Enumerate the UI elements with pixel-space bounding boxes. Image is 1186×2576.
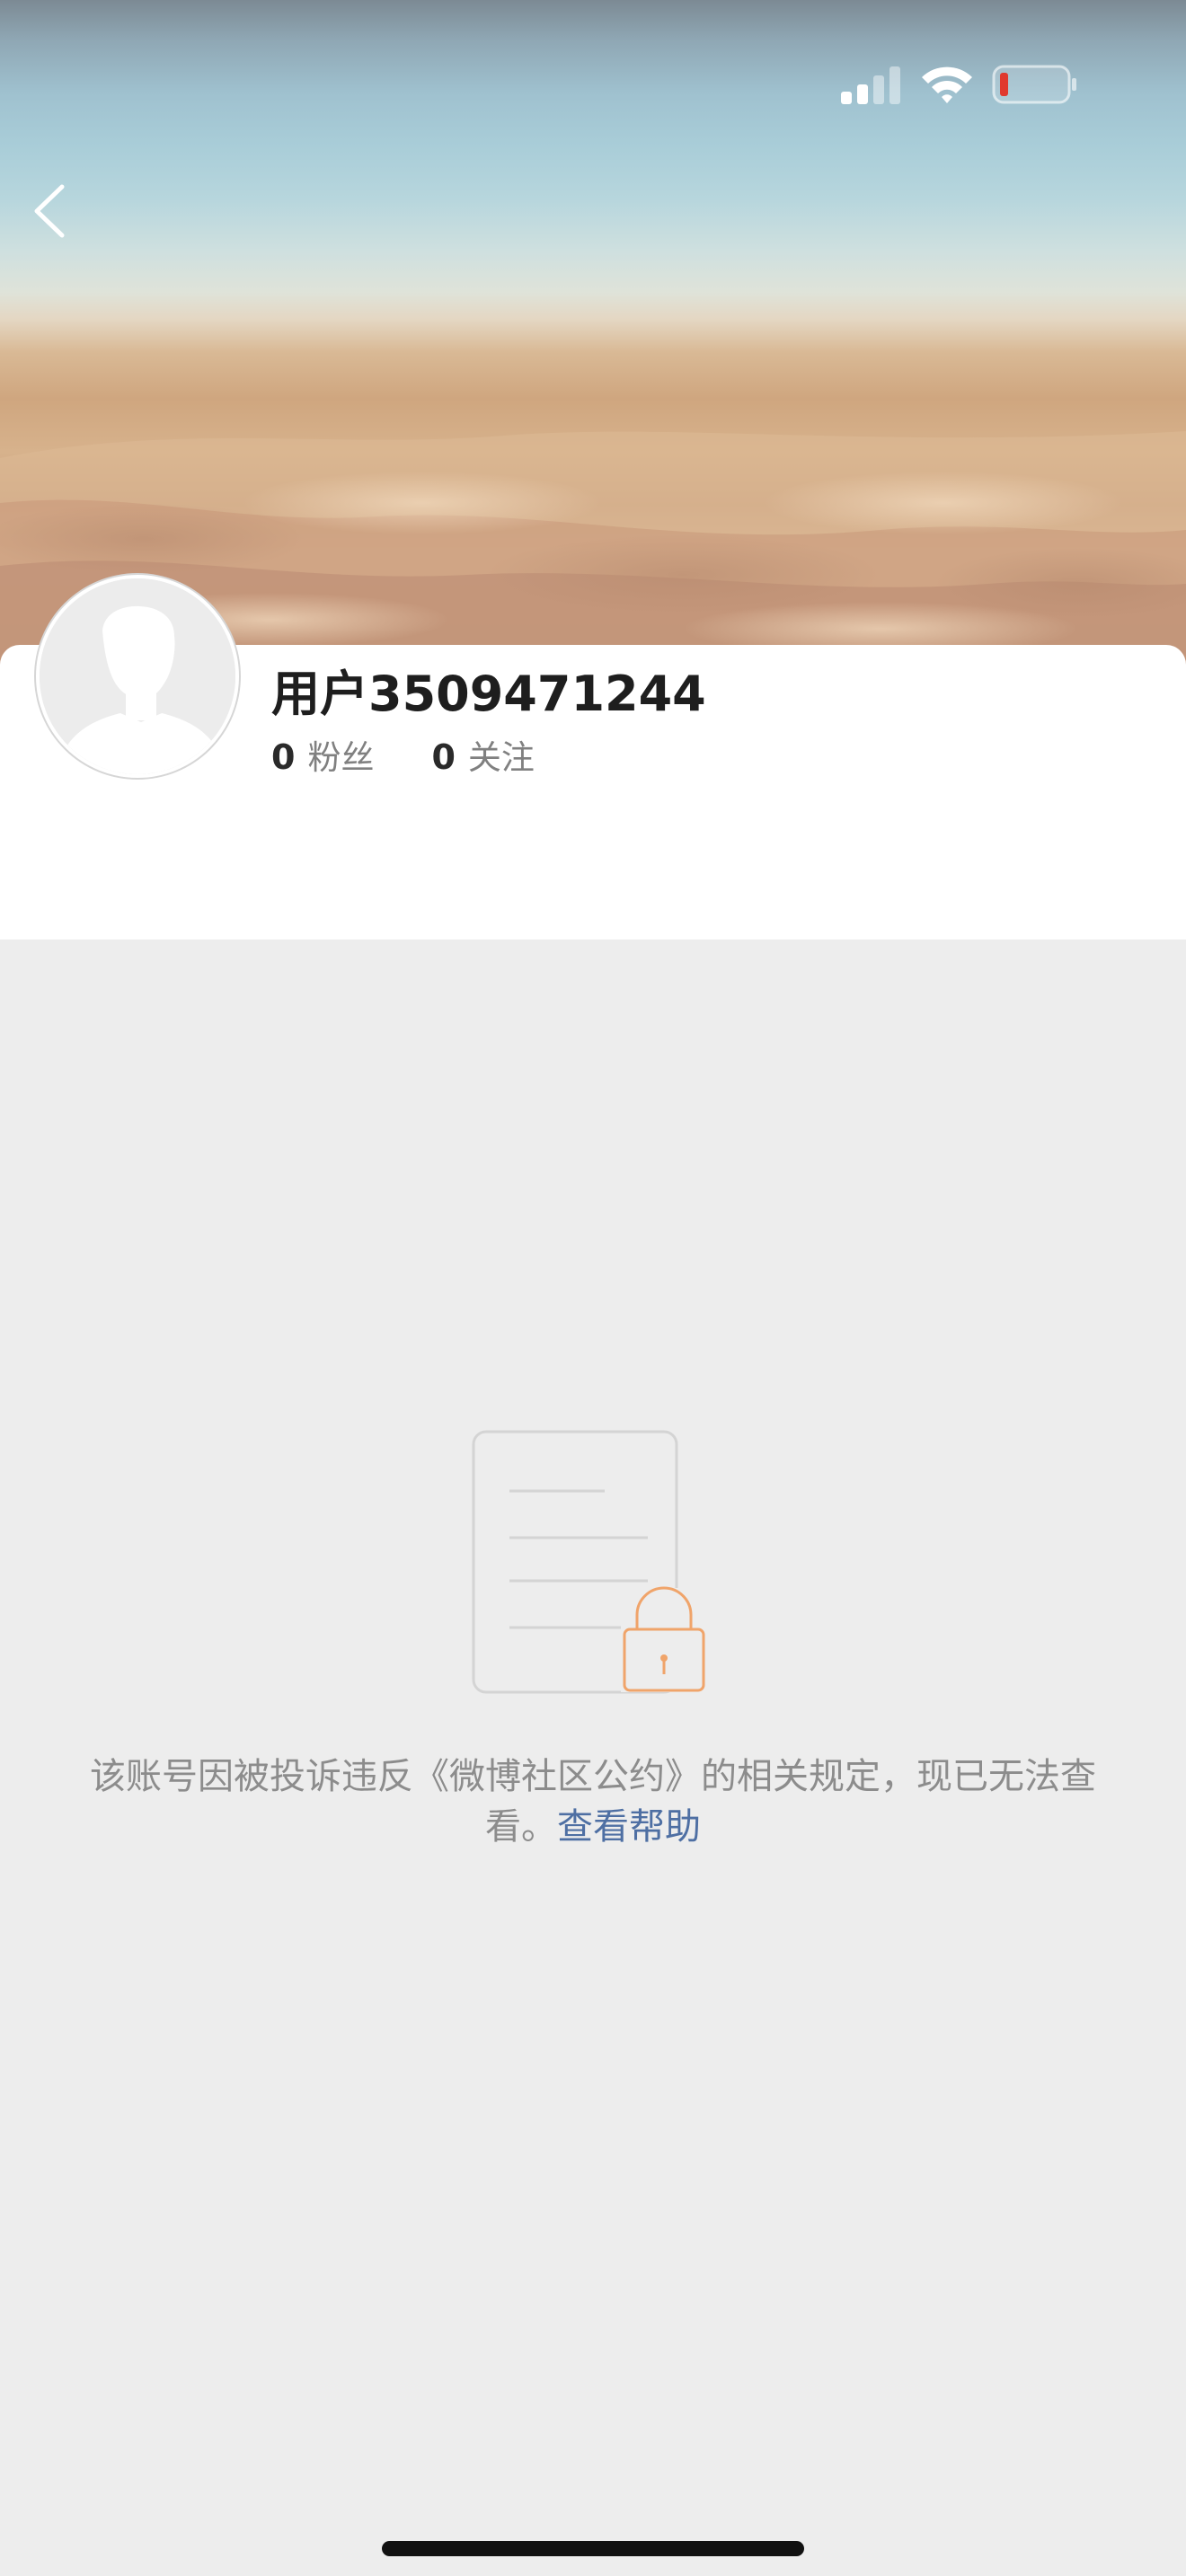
followers-count: 0 [271,737,296,777]
home-indicator[interactable] [382,2541,804,2556]
default-avatar-icon [40,578,235,774]
avatar[interactable] [36,575,239,778]
profile-page: 用户3509471244 0 粉丝 0 关注 该账号因被投诉违反《微博社区公约》… [0,0,1186,2576]
locked-document-icon [472,1430,711,1694]
following-label: 关注 [467,738,535,777]
profile-stats: 0 粉丝 0 关注 [271,732,592,777]
cellular-signal-icon [841,65,902,104]
username: 用户3509471244 [271,666,706,722]
account-blocked-notice: 该账号因被投诉违反《微博社区公约》的相关规定，现已无法查看。查看帮助 [90,1751,1096,1852]
wifi-icon [922,66,972,103]
following-count: 0 [431,737,456,777]
status-bar [0,0,1186,171]
followers-stat[interactable]: 0 粉丝 [271,730,374,779]
following-stat[interactable]: 0 关注 [431,730,534,779]
followers-label: 粉丝 [307,738,375,777]
cover-image [0,0,1186,665]
back-button[interactable] [18,175,81,247]
battery-icon [992,65,1076,104]
help-link[interactable]: 查看帮助 [557,1806,701,1848]
chevron-left-icon [34,184,65,238]
